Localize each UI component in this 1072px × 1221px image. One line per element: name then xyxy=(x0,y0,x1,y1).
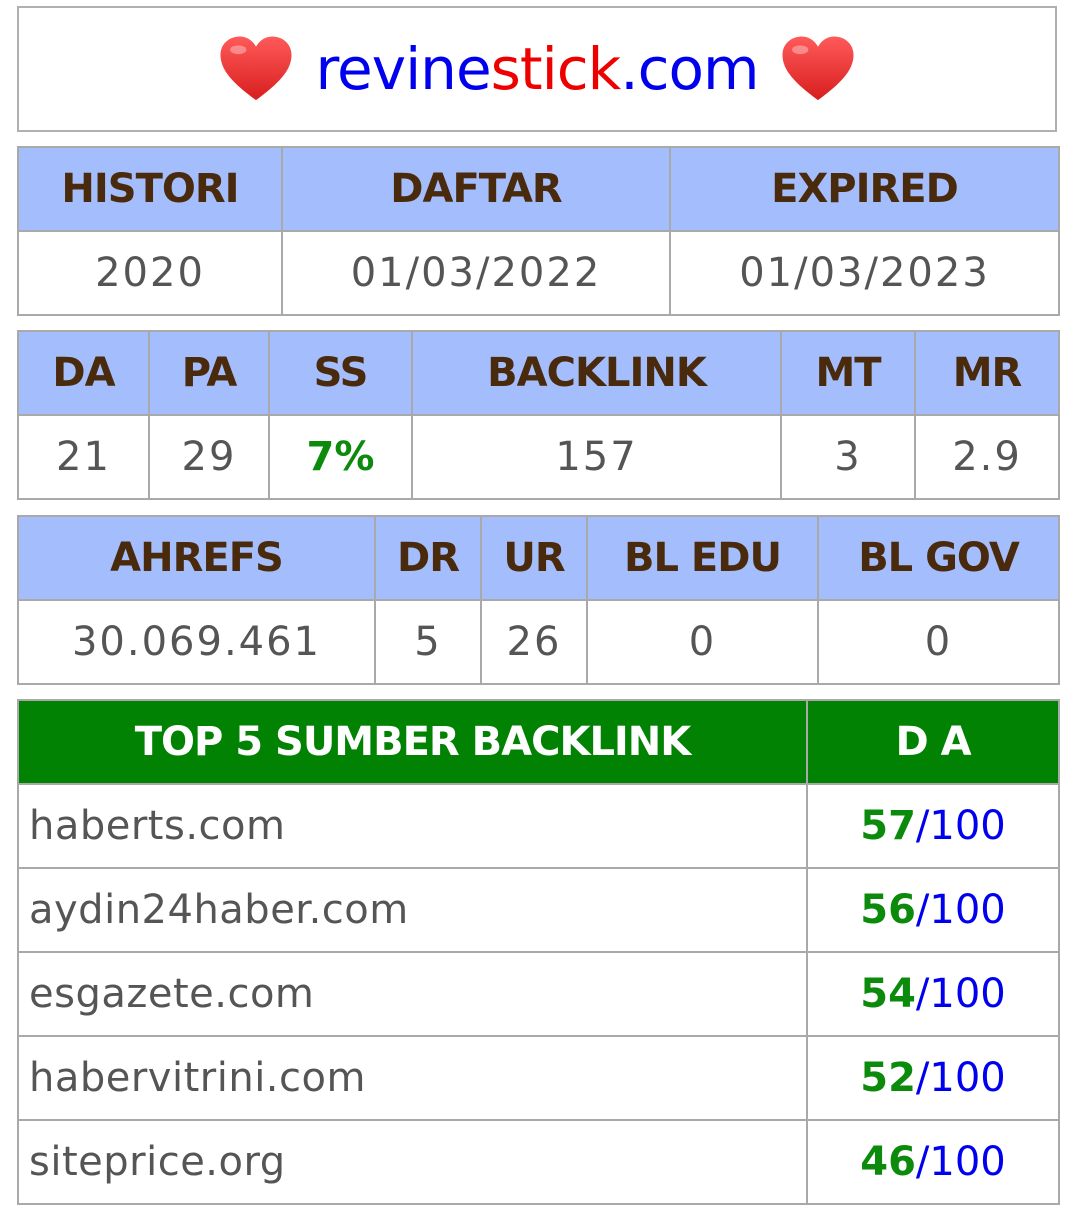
value-ur: 26 xyxy=(480,599,588,685)
table-row: siteprice.org 46/100 xyxy=(17,1119,1060,1205)
header-dr: DR xyxy=(374,515,482,601)
backlink-site[interactable]: habervitrini.com xyxy=(17,1035,808,1121)
value-bl-gov: 0 xyxy=(817,599,1060,685)
table-row: haberts.com 57/100 xyxy=(17,783,1060,869)
top-backlinks-table: TOP 5 SUMBER BACKLINK D A haberts.com 57… xyxy=(17,699,1060,1205)
value-mt: 3 xyxy=(780,414,916,500)
value-histori: 2020 xyxy=(17,230,283,316)
table-row: aydin24haber.com 56/100 xyxy=(17,867,1060,953)
header-ahrefs: AHREFS xyxy=(17,515,376,601)
value-ss: 7% xyxy=(268,414,413,500)
domain-name[interactable]: revinestick.com xyxy=(315,35,759,103)
value-da: 21 xyxy=(17,414,150,500)
metrics-table: DA PA SS BACKLINK MT MR 21 29 7% 157 3 2… xyxy=(17,330,1060,500)
backlink-da: 46/100 xyxy=(806,1119,1060,1205)
header-daftar: DAFTAR xyxy=(281,146,671,232)
backlink-da: 54/100 xyxy=(806,951,1060,1037)
value-mr: 2.9 xyxy=(914,414,1060,500)
ahrefs-table: AHREFS DR UR BL EDU BL GOV 30.069.461 5 … xyxy=(17,515,1060,685)
header-bl-gov: BL GOV xyxy=(817,515,1060,601)
table-row: habervitrini.com 52/100 xyxy=(17,1035,1060,1121)
header-mt: MT xyxy=(780,330,916,416)
value-dr: 5 xyxy=(374,599,482,685)
backlink-da: 57/100 xyxy=(806,783,1060,869)
header-top-sources: TOP 5 SUMBER BACKLINK xyxy=(17,699,808,785)
value-pa: 29 xyxy=(148,414,270,500)
header-histori: HISTORI xyxy=(17,146,283,232)
value-expired: 01/03/2023 xyxy=(669,230,1060,316)
header-ur: UR xyxy=(480,515,588,601)
header-da-score: D A xyxy=(806,699,1060,785)
backlink-site[interactable]: esgazete.com xyxy=(17,951,808,1037)
value-daftar: 01/03/2022 xyxy=(281,230,671,316)
backlink-site[interactable]: aydin24haber.com xyxy=(17,867,808,953)
heart-icon xyxy=(220,36,293,101)
backlink-da: 56/100 xyxy=(806,867,1060,953)
value-ahrefs: 30.069.461 xyxy=(17,599,376,685)
registration-table: HISTORI DAFTAR EXPIRED 2020 01/03/2022 0… xyxy=(17,146,1060,316)
value-backlink: 157 xyxy=(411,414,782,500)
header-ss: SS xyxy=(268,330,413,416)
value-bl-edu: 0 xyxy=(586,599,819,685)
site-title-banner: revinestick.com xyxy=(17,6,1057,132)
heart-icon xyxy=(781,36,854,101)
backlink-site[interactable]: siteprice.org xyxy=(17,1119,808,1205)
header-pa: PA xyxy=(148,330,270,416)
header-mr: MR xyxy=(914,330,1060,416)
header-expired: EXPIRED xyxy=(669,146,1060,232)
header-backlink: BACKLINK xyxy=(411,330,782,416)
header-bl-edu: BL EDU xyxy=(586,515,819,601)
header-da: DA xyxy=(17,330,150,416)
backlink-site[interactable]: haberts.com xyxy=(17,783,808,869)
table-row: esgazete.com 54/100 xyxy=(17,951,1060,1037)
backlink-da: 52/100 xyxy=(806,1035,1060,1121)
